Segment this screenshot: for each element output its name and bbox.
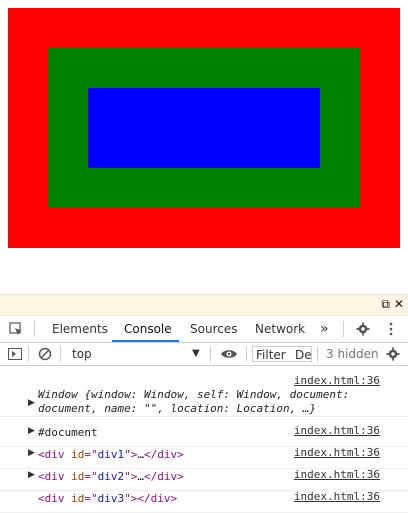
undock-icon[interactable]: ⧉ bbox=[381, 297, 390, 311]
console-message: index.html:36 ▶ <div id="div2">…</div> bbox=[0, 468, 408, 491]
tab-elements[interactable]: Elements bbox=[52, 316, 108, 342]
middle-green-box bbox=[48, 48, 360, 208]
outer-red-box bbox=[8, 8, 400, 248]
expand-arrow-icon[interactable]: ▶ bbox=[28, 398, 35, 408]
live-expression-eye-icon[interactable] bbox=[220, 343, 238, 365]
console-settings-gear-icon[interactable] bbox=[386, 343, 400, 365]
expand-arrow-icon[interactable]: ▶ bbox=[28, 470, 35, 480]
expand-arrow-icon[interactable]: ▶ bbox=[28, 448, 35, 458]
context-dropdown-icon[interactable]: ▼ bbox=[192, 343, 200, 365]
expand-arrow-icon[interactable]: ▶ bbox=[28, 426, 35, 436]
inner-blue-box bbox=[88, 88, 320, 168]
source-link[interactable]: index.html:36 bbox=[294, 446, 380, 459]
source-link[interactable]: index.html:36 bbox=[294, 468, 380, 481]
devtools-tab-bar: Elements Console Sources Network » bbox=[0, 316, 408, 343]
log-levels-dropdown[interactable]: De bbox=[295, 347, 312, 363]
settings-gear-icon[interactable] bbox=[356, 316, 370, 342]
console-message: index.html:36 <div id="div3"></div> bbox=[0, 490, 408, 513]
clear-console-icon[interactable] bbox=[38, 343, 52, 365]
div3-node[interactable]: <div id="div3"></div> bbox=[38, 492, 177, 505]
kebab-menu-icon[interactable] bbox=[388, 316, 398, 342]
filter-input[interactable]: Filter De bbox=[252, 346, 312, 362]
console-message: index.html:36 ▶ #document bbox=[0, 424, 408, 447]
hidden-count: 3 hidden bbox=[326, 347, 379, 361]
active-tab-underline bbox=[112, 340, 179, 342]
window-object-line-2: document, name: "", location: Location, … bbox=[38, 402, 317, 415]
devtools-panel: ⧉ ✕ Elements Console Sources Network » t… bbox=[0, 294, 408, 513]
source-link[interactable]: index.html:36 bbox=[294, 424, 380, 437]
tab-sources[interactable]: Sources bbox=[190, 316, 237, 342]
source-link[interactable]: index.html:36 bbox=[294, 374, 380, 387]
source-link[interactable]: index.html:36 bbox=[294, 490, 380, 503]
show-sidebar-icon[interactable] bbox=[8, 343, 22, 365]
console-toolbar: top ▼ Filter De 3 hidden bbox=[0, 343, 408, 366]
more-tabs-icon[interactable]: » bbox=[320, 316, 329, 342]
div2-node[interactable]: <div id="div2">…</div> bbox=[38, 470, 184, 483]
console-message: index.html:36 ▶ <div id="div1">…</div> bbox=[0, 446, 408, 469]
div1-node[interactable]: <div id="div1">…</div> bbox=[38, 448, 184, 461]
devtools-title-bar: ⧉ ✕ bbox=[0, 294, 408, 316]
document-node[interactable]: #document bbox=[38, 426, 98, 439]
console-message: index.html:36 ▶ Window {window: Window, … bbox=[0, 374, 408, 417]
tab-console[interactable]: Console bbox=[124, 316, 172, 342]
window-object-line-1: Window {window: Window, self: Window, do… bbox=[38, 388, 350, 401]
context-selector[interactable]: top bbox=[72, 343, 92, 365]
filter-placeholder: Filter bbox=[256, 348, 286, 362]
tab-network[interactable]: Network bbox=[255, 316, 305, 342]
close-icon[interactable]: ✕ bbox=[394, 297, 404, 311]
inspect-element-icon[interactable] bbox=[8, 316, 26, 342]
